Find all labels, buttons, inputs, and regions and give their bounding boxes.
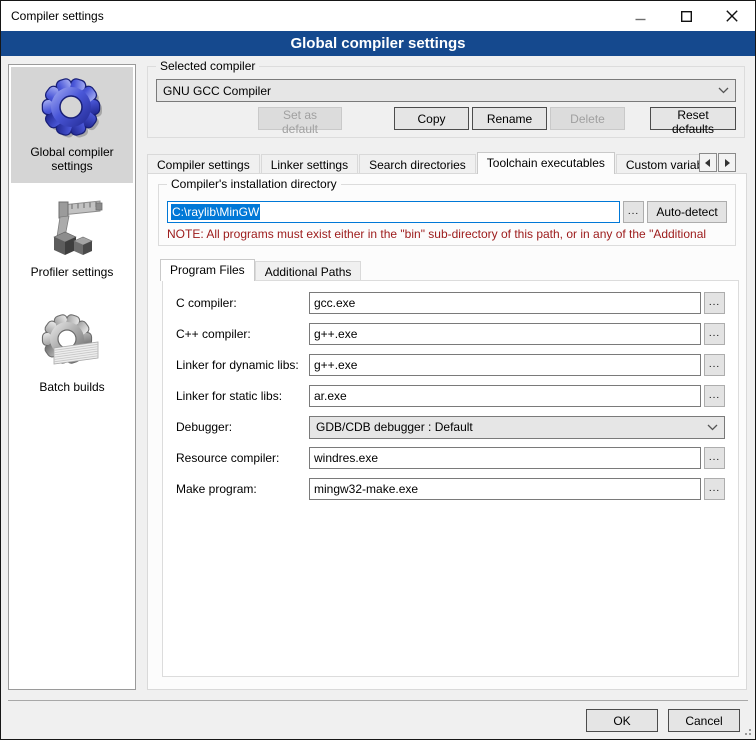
group-legend: Compiler's installation directory (167, 177, 341, 191)
program-files-panel: C compiler: ... C++ compiler: ... Linker… (162, 280, 739, 677)
chevron-down-icon (707, 424, 718, 431)
browse-directory-button[interactable]: ... (623, 201, 644, 223)
make-program-input[interactable] (309, 478, 701, 500)
ok-button[interactable]: OK (586, 709, 658, 732)
field-label: Linker for static libs: (176, 389, 309, 403)
cpp-compiler-row: C++ compiler: ... (176, 323, 725, 345)
resource-compiler-input[interactable] (309, 447, 701, 469)
chevron-down-icon (718, 87, 729, 94)
resource-compiler-row: Resource compiler: ... (176, 447, 725, 469)
tab-linker-settings[interactable]: Linker settings (261, 154, 358, 174)
tab-search-directories[interactable]: Search directories (359, 154, 476, 174)
selected-compiler-group: Selected compiler GNU GCC Compiler Set a… (147, 66, 745, 138)
tab-toolchain-executables[interactable]: Toolchain executables (477, 152, 615, 174)
field-label: Debugger: (176, 420, 309, 434)
title-bar[interactable]: Compiler settings (1, 1, 755, 31)
linker-dynamic-input[interactable] (309, 354, 701, 376)
footer-divider (8, 700, 748, 701)
c-compiler-input[interactable] (309, 292, 701, 314)
minimize-icon (635, 11, 646, 22)
sidebar-item-label: Profiler settings (13, 265, 131, 279)
c-compiler-row: C compiler: ... (176, 292, 725, 314)
installation-directory-value: C:\raylib\MinGW (171, 204, 260, 220)
installation-note: NOTE: All programs must exist either in … (167, 227, 734, 241)
set-as-default-button[interactable]: Set as default (258, 107, 342, 130)
resize-grip[interactable] (742, 726, 752, 736)
linker-static-row: Linker for static libs: ... (176, 385, 725, 407)
selected-compiler-value: GNU GCC Compiler (163, 84, 271, 98)
sidebar-item-profiler-settings[interactable]: Profiler settings (11, 187, 133, 288)
installation-directory-group: Compiler's installation directory C:\ray… (158, 184, 736, 246)
delete-button[interactable]: Delete (550, 107, 625, 130)
cpp-compiler-input[interactable] (309, 323, 701, 345)
browse-button[interactable]: ... (704, 292, 725, 314)
field-label: C++ compiler: (176, 327, 309, 341)
group-legend: Selected compiler (156, 59, 259, 73)
selected-compiler-select[interactable]: GNU GCC Compiler (156, 79, 736, 102)
minimize-button[interactable] (617, 1, 663, 31)
settings-tab-bar: Compiler settings Linker settings Search… (147, 151, 747, 174)
auto-detect-button[interactable]: Auto-detect (647, 201, 727, 223)
field-label: Make program: (176, 482, 309, 496)
tab-scroll-left-button[interactable] (699, 153, 717, 172)
copy-button[interactable]: Copy (394, 107, 469, 130)
rename-button[interactable]: Rename (472, 107, 547, 130)
triangle-right-icon (724, 159, 730, 167)
field-label: Resource compiler: (176, 451, 309, 465)
debugger-value: GDB/CDB debugger : Default (316, 420, 473, 434)
sidebar-item-global-compiler-settings[interactable]: Global compiler settings (11, 67, 133, 183)
caliper-icon (40, 195, 104, 259)
toolchain-executables-page: Compiler's installation directory C:\ray… (147, 173, 747, 690)
browse-button[interactable]: ... (704, 385, 725, 407)
linker-static-input[interactable] (309, 385, 701, 407)
sidebar-item-batch-builds[interactable]: Batch builds (11, 302, 133, 403)
reset-defaults-button[interactable]: Reset defaults (650, 107, 736, 130)
maximize-button[interactable] (663, 1, 709, 31)
tab-custom-variables[interactable]: Custom variables (616, 154, 703, 174)
settings-category-list: Global compiler settings (8, 64, 136, 690)
subtab-additional-paths[interactable]: Additional Paths (255, 261, 362, 280)
browse-button[interactable]: ... (704, 478, 725, 500)
tab-scroll-right-button[interactable] (718, 153, 736, 172)
subtab-program-files[interactable]: Program Files (160, 259, 255, 281)
compiler-settings-dialog: Compiler settings Global compiler settin… (0, 0, 756, 740)
blue-gear-icon (40, 75, 104, 139)
triangle-left-icon (705, 159, 711, 167)
field-label: C compiler: (176, 296, 309, 310)
browse-button[interactable]: ... (704, 323, 725, 345)
sidebar-item-label: Global compiler settings (13, 145, 131, 174)
cancel-button[interactable]: Cancel (668, 709, 740, 732)
debugger-row: Debugger: GDB/CDB debugger : Default (176, 416, 725, 438)
sidebar-item-label: Batch builds (13, 380, 131, 394)
executables-subtab-bar: Program Files Additional Paths (160, 258, 361, 280)
window-title: Compiler settings (1, 9, 104, 23)
debugger-select[interactable]: GDB/CDB debugger : Default (309, 416, 725, 439)
linker-dynamic-row: Linker for dynamic libs: ... (176, 354, 725, 376)
maximize-icon (681, 11, 692, 22)
close-icon (726, 10, 738, 22)
browse-button[interactable]: ... (704, 447, 725, 469)
tab-compiler-settings[interactable]: Compiler settings (147, 154, 260, 174)
gray-gear-stack-icon (40, 310, 104, 374)
page-title: Global compiler settings (1, 31, 755, 56)
make-program-row: Make program: ... (176, 478, 725, 500)
installation-directory-input[interactable]: C:\raylib\MinGW (167, 201, 620, 223)
field-label: Linker for dynamic libs: (176, 358, 309, 372)
close-button[interactable] (709, 1, 755, 31)
browse-button[interactable]: ... (704, 354, 725, 376)
